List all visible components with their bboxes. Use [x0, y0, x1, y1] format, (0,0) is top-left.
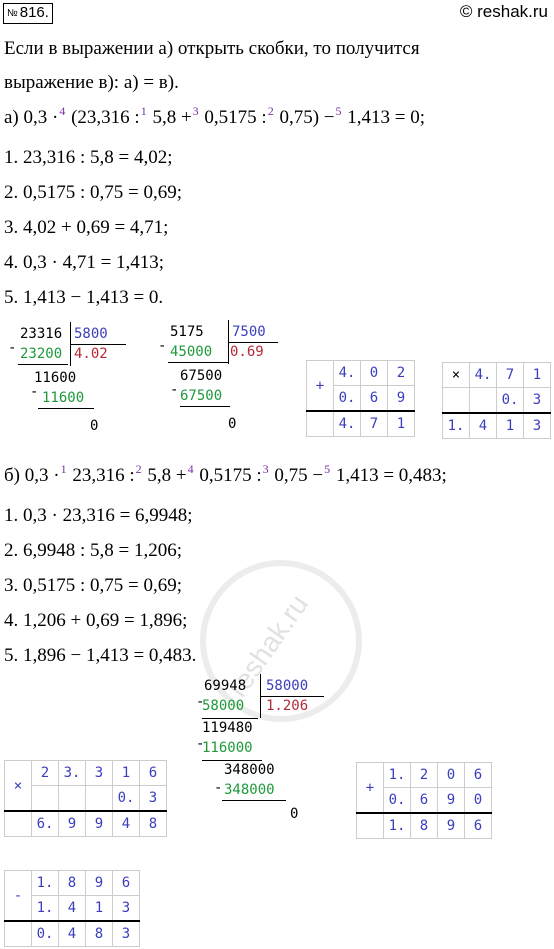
part-a-step-3: 3. 4,02 + 0,69 = 4,71; — [4, 217, 169, 238]
site-credit: © reshak.ru — [459, 2, 548, 21]
intro-line-1: Если в выражении а) открыть скобки, то п… — [4, 38, 420, 59]
part-a-step-2: 2. 0,5175 : 0,75 = 0,69; — [4, 182, 183, 203]
multiplication-grid-a: × 4. 7 1 0. 3 1. 4 1 3 — [442, 362, 551, 439]
part-a-step-1: 1. 23,316 : 5,8 = 4,02; — [4, 147, 173, 168]
long-division-1: 23316 5800 - 23200 4.02 11600 - 11600 0 — [8, 322, 138, 442]
long-division-2: 5175 7500 - 45000 0.69 67500 - 67500 0 — [158, 320, 288, 440]
part-b-step-1: 1. 0,3 · 23,316 = 6,9948; — [4, 505, 193, 526]
subtraction-grid-b: -1. 8 9 6 1. 4 1 3 0. 4 8 3 — [4, 870, 140, 947]
part-b-step-2: 2. 6,9948 : 5,8 = 1,206; — [4, 540, 183, 561]
long-division-b: 69948 58000 - 58000 1.206 119480 - 11600… — [196, 674, 346, 838]
part-b-step-4: 4. 1,206 + 0,69 = 1,896; — [4, 610, 188, 631]
part-a-expression: а) 0,3 ·4 (23,316 :1 5,8 +3 0,5175 :2 0,… — [4, 104, 425, 128]
part-a-step-5: 5. 1,413 − 1,413 = 0. — [4, 287, 164, 308]
part-b-step-5: 5. 1,896 − 1,413 = 0,483. — [4, 645, 197, 666]
multiplication-grid-b: × 2 3. 3 1 6 0. 3 6. 9 9 4 8 — [4, 760, 167, 837]
intro-line-2: выражение в): а) = в). — [4, 72, 179, 93]
addition-grid-a: +4. 0 2 0. 6 9 4. 7 1 — [306, 360, 415, 437]
problem-number: № 816. — [3, 3, 53, 24]
part-b-step-3: 3. 0,5175 : 0,75 = 0,69; — [4, 575, 183, 596]
part-b-expression: б) 0,3 ·1 23,316 :2 5,8 +4 0,5175 :3 0,7… — [4, 462, 447, 486]
addition-grid-b: +1. 2 0 6 0. 6 9 0 1. 8 9 6 — [356, 762, 492, 839]
part-a-step-4: 4. 0,3 · 4,71 = 1,413; — [4, 252, 165, 273]
